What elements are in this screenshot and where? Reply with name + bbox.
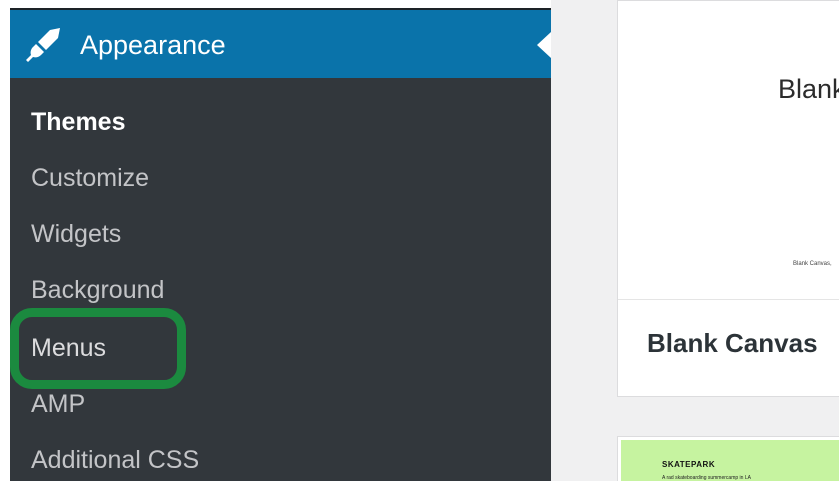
current-menu-arrow — [537, 32, 551, 58]
skatepark-title: SKATEPARK — [662, 460, 716, 469]
skatepark-tagline: A rad skateboarding summercamp in LA — [662, 475, 751, 481]
themes-content: Blank Blank Canvas, Blank Canvas SKATEPA… — [551, 0, 839, 481]
submenu-additional-css[interactable]: Additional CSS — [31, 444, 199, 476]
top-edge — [0, 0, 551, 8]
theme-card-blank-canvas[interactable]: Blank Blank Canvas, Blank Canvas — [617, 0, 839, 397]
theme-preview-skatepark: SKATEPARK A rad skateboarding summercamp… — [621, 440, 839, 481]
submenu-amp[interactable]: AMP — [31, 388, 85, 420]
menu-appearance[interactable]: Appearance — [10, 10, 551, 78]
admin-sidebar: Appearance Themes Customize Widgets Back… — [10, 10, 551, 481]
theme-preview-caption: Blank Canvas, — [793, 261, 832, 267]
submenu-widgets[interactable]: Widgets — [31, 218, 121, 250]
page-edge — [0, 0, 10, 481]
theme-card-skatepark[interactable]: SKATEPARK A rad skateboarding summercamp… — [617, 436, 839, 481]
menu-appearance-label: Appearance — [80, 30, 226, 60]
card-divider — [618, 299, 839, 300]
theme-preview-title: Blank — [778, 74, 839, 104]
menus-highlight-box — [10, 308, 186, 389]
submenu-themes[interactable]: Themes — [31, 106, 125, 138]
submenu-background[interactable]: Background — [31, 274, 164, 306]
paintbrush-icon — [26, 28, 60, 62]
submenu-customize[interactable]: Customize — [31, 162, 149, 194]
screen: Appearance Themes Customize Widgets Back… — [0, 0, 839, 481]
theme-name: Blank Canvas — [647, 328, 818, 358]
